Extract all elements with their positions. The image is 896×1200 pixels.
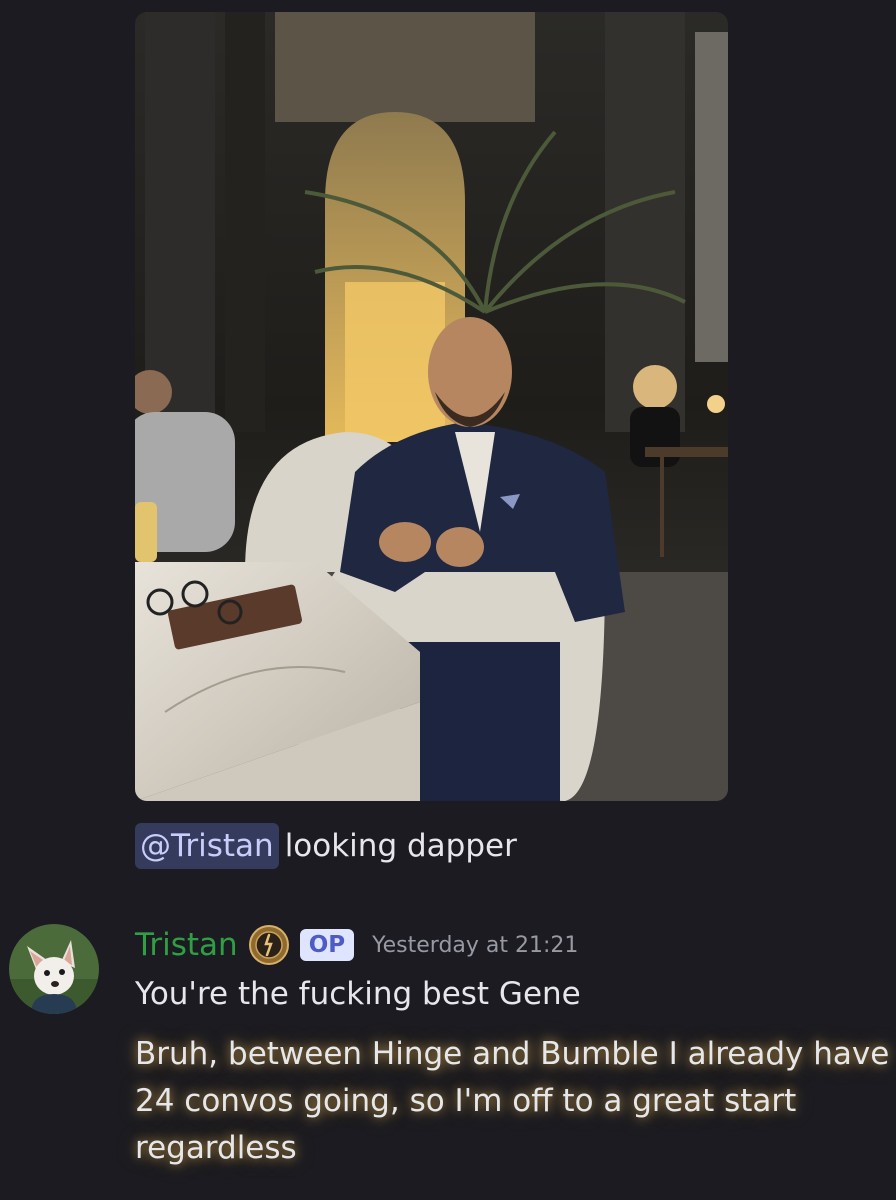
dog-avatar-icon[interactable] <box>9 924 99 1014</box>
message-body: looking dapper <box>284 828 517 864</box>
badge-icon[interactable] <box>248 924 290 966</box>
message-line-1: You're the fucking best Gene <box>135 976 581 1012</box>
timestamp[interactable]: Yesterday at 21:21 <box>372 933 578 958</box>
image-attachment[interactable] <box>135 12 728 801</box>
username[interactable]: Tristan <box>135 927 238 963</box>
message-line-2: Bruh, between Hinge and Bumble I already… <box>135 1036 890 1072</box>
user-mention[interactable]: @Tristan <box>135 823 279 869</box>
message-text: @Tristan looking dapper <box>135 822 517 870</box>
chat-view: @Tristan looking dapper Tristan OP Yeste… <box>0 0 896 1200</box>
op-badge: OP <box>299 929 355 961</box>
message-line-4: regardless <box>135 1130 297 1166</box>
message-line-3: 24 convos going, so I'm off to a great s… <box>135 1083 797 1119</box>
photo-man-in-suit <box>135 12 728 801</box>
message-header: Tristan OP Yesterday at 21:21 <box>135 922 578 968</box>
